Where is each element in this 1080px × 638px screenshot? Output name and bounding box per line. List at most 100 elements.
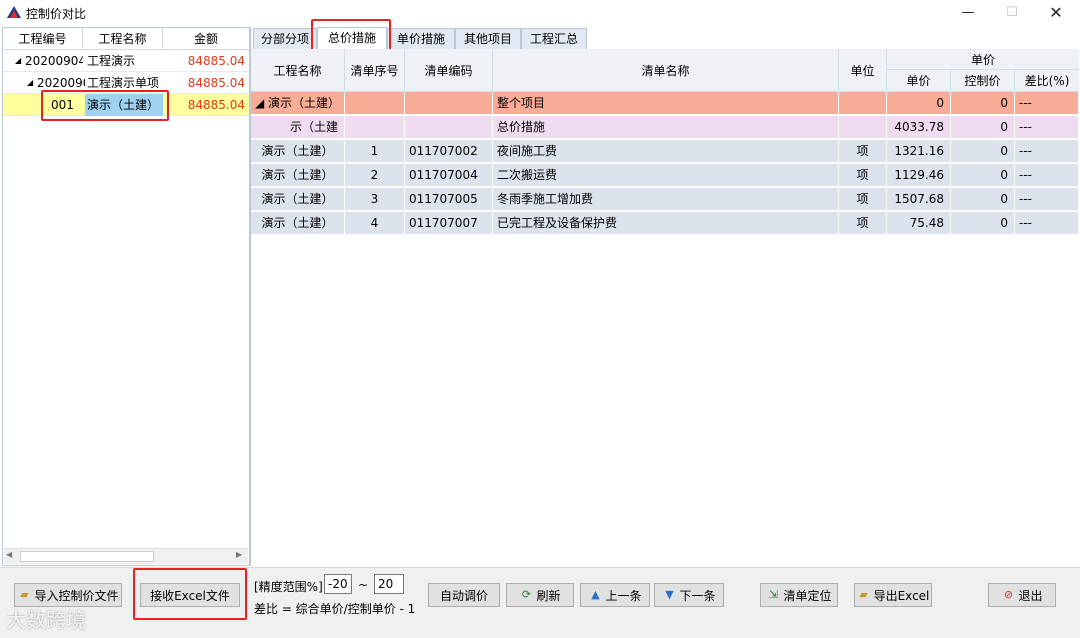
precision-min-input[interactable]: -20: [324, 574, 352, 594]
export-button-label: 导出Excel: [873, 588, 930, 603]
cell-unit-price: 0: [887, 92, 951, 115]
cell-diff: ---: [1015, 92, 1079, 115]
folder-export-icon: ▰: [859, 588, 868, 601]
expand-toggle-icon[interactable]: ◢: [27, 72, 37, 94]
cell-item-name: 夜间施工费: [493, 140, 839, 163]
col-project-name[interactable]: 工程名称: [251, 49, 345, 92]
cell-item-name: 已完工程及设备保护费: [493, 212, 839, 235]
locate-item-button[interactable]: ⇲ 清单定位: [760, 583, 838, 607]
scroll-left-icon[interactable]: ◀: [6, 550, 12, 559]
locate-icon: ⇲: [768, 588, 779, 601]
refresh-icon: ⟳: [521, 588, 532, 601]
window-title: 控制价对比: [26, 7, 87, 21]
watermark: 大数跨境: [6, 608, 86, 632]
tree-row-amount: 84885.04: [187, 54, 245, 68]
cell-unit: 项: [839, 188, 887, 211]
cell-seq: 4: [345, 212, 405, 235]
cell-unit-price: 4033.78: [887, 116, 951, 139]
col-unit-price[interactable]: 单价: [887, 70, 951, 92]
highlight-box: [41, 90, 169, 121]
exit-button-label: 退出: [1018, 588, 1043, 603]
cell-project-name: 演示（土建）: [251, 164, 345, 187]
cell-control-price[interactable]: 0: [951, 212, 1015, 235]
maximize-button[interactable]: ☐: [990, 0, 1034, 26]
close-button[interactable]: ✕: [1034, 0, 1078, 26]
col-control-price[interactable]: 控制价: [951, 70, 1015, 92]
next-button-label: 下一条: [679, 588, 716, 603]
tree-horizontal-scrollbar[interactable]: ◀ ▶: [4, 548, 248, 564]
tree-header-code[interactable]: 工程编号: [3, 28, 83, 50]
tree-header-amount[interactable]: 金额: [163, 28, 249, 50]
auto-adjust-button[interactable]: 自动调价: [428, 583, 500, 607]
cell-control-price[interactable]: 0: [951, 188, 1015, 211]
precision-max-input[interactable]: 20: [374, 574, 404, 594]
diff-formula: 差比 = 综合单价/控制单价 - 1: [254, 602, 416, 616]
tab-other-items[interactable]: 其他项目: [455, 28, 521, 49]
tab-summary[interactable]: 工程汇总: [521, 28, 587, 49]
refresh-button[interactable]: ⟳ 刷新: [506, 583, 574, 607]
cell-control-price[interactable]: 0: [951, 116, 1015, 139]
cell-diff: ---: [1015, 164, 1079, 187]
project-tree-panel: 工程编号 工程名称 金额 ◢ 20200904 工程演示 84885.04 ◢ …: [2, 27, 250, 566]
precision-label: [精度范围%]: [254, 580, 323, 594]
cell-unit: 项: [839, 212, 887, 235]
cell-project-name: 演示（土建）: [251, 188, 345, 211]
cell-project-name: 演示（土建）: [251, 140, 345, 163]
cell-control-price[interactable]: 0: [951, 92, 1015, 115]
cell-diff: ---: [1015, 116, 1079, 139]
grid-row-item[interactable]: 演示（土建） 4 011707007 已完工程及设备保护费 项 75.48 0 …: [251, 212, 1079, 235]
arrow-down-icon: ▼: [665, 588, 674, 601]
cell-unit: 项: [839, 140, 887, 163]
locate-button-label: 清单定位: [783, 588, 832, 603]
grid-row-project[interactable]: ◢ 演示（土建） 整个项目 0 0 ---: [251, 92, 1079, 115]
cell-control-price[interactable]: 0: [951, 164, 1015, 187]
cell-item-name: 冬雨季施工增加费: [493, 188, 839, 211]
tree-header: 工程编号 工程名称 金额: [3, 28, 249, 50]
expand-toggle-icon[interactable]: ◢: [15, 50, 25, 72]
comparison-panel: 分部分项 总价措施 单价措施 其他项目 工程汇总 工程名称 清单序号 清单编码 …: [250, 19, 1079, 566]
cell-diff: ---: [1015, 212, 1079, 235]
col-diff[interactable]: 差比(%): [1015, 70, 1079, 92]
cell-seq: 2: [345, 164, 405, 187]
col-seq[interactable]: 清单序号: [345, 49, 405, 92]
grid-row-item[interactable]: 演示（土建） 3 011707005 冬雨季施工增加费 项 1507.68 0 …: [251, 188, 1079, 211]
tree-row-amount: 84885.04: [187, 76, 245, 90]
cell-code: 011707005: [405, 188, 493, 211]
cell-item-name: 二次搬运费: [493, 164, 839, 187]
cell-project-name: 演示（土建）: [251, 212, 345, 235]
grid-row-item[interactable]: 演示（土建） 1 011707002 夜间施工费 项 1321.16 0 ---: [251, 140, 1079, 163]
tree-row[interactable]: ◢ 20200904 工程演示 84885.04: [3, 50, 249, 72]
scroll-right-icon[interactable]: ▶: [236, 550, 242, 559]
tab-subsection[interactable]: 分部分项: [253, 28, 317, 49]
cell-unit-price: 1321.16: [887, 140, 951, 163]
import-button-label: 导入控制价文件: [34, 588, 119, 603]
grid-row-category[interactable]: 示（土建 总价措施 4033.78 0 ---: [251, 116, 1079, 139]
scrollbar-thumb[interactable]: [20, 551, 154, 562]
previous-button[interactable]: ▲ 上一条: [580, 583, 650, 607]
export-excel-button[interactable]: ▰ 导出Excel: [854, 583, 932, 607]
cell-unit-price: 75.48: [887, 212, 951, 235]
cell-control-price[interactable]: 0: [951, 140, 1015, 163]
next-button[interactable]: ▼ 下一条: [654, 583, 724, 607]
minimize-button[interactable]: —: [946, 0, 990, 26]
tab-unit-measures[interactable]: 单价措施: [387, 28, 455, 49]
cell-seq: [345, 116, 405, 139]
cell-project-name: ◢ 演示（土建）: [251, 92, 345, 115]
col-item-name[interactable]: 清单名称: [493, 49, 839, 92]
exit-icon: ⊘: [1003, 588, 1014, 601]
tree-header-name[interactable]: 工程名称: [83, 28, 163, 50]
cell-unit: 项: [839, 164, 887, 187]
title-bar: 控制价对比 — ☐ ✕: [0, 0, 1080, 26]
col-code[interactable]: 清单编码: [405, 49, 493, 92]
cell-unit: [839, 116, 887, 139]
cell-code: [405, 116, 493, 139]
cell-unit-price: 1507.68: [887, 188, 951, 211]
grid-row-item[interactable]: 演示（土建） 2 011707004 二次搬运费 项 1129.46 0 ---: [251, 164, 1079, 187]
col-unit[interactable]: 单位: [839, 49, 887, 92]
exit-button[interactable]: ⊘ 退出: [988, 583, 1056, 607]
cell-unit: [839, 92, 887, 115]
cell-code: [405, 92, 493, 115]
tree-row-code: 20200904: [25, 54, 83, 68]
cell-diff: ---: [1015, 188, 1079, 211]
cell-project-name: 示（土建: [251, 116, 345, 139]
